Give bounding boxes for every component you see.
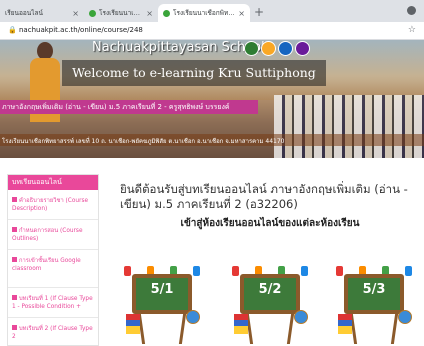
bookmark-star-icon[interactable]: ☆	[408, 25, 416, 35]
sidebar-item-label: คำอธิบายรายวิชา (Course Description)	[12, 198, 89, 212]
easel-leg	[390, 314, 399, 344]
books-icon	[234, 314, 248, 334]
close-tab-icon[interactable]: ×	[238, 9, 245, 18]
easel-leg	[178, 314, 187, 344]
expand-square-icon	[12, 325, 17, 330]
sidebar-item-label: บทเรียนที่ 2 (If Clause Type 2	[12, 326, 93, 340]
school-logos	[244, 41, 310, 56]
easel-leg	[286, 314, 295, 344]
browser-tab-strip: เรียนออนไลน์ × โรงเรียนนาเชือกพิทยาสรรพ์…	[0, 0, 424, 22]
classroom-5-2-link[interactable]: 5/2	[232, 262, 308, 344]
browser-tab-1[interactable]: เรียนออนไลน์ ×	[0, 4, 84, 22]
logo-emblem-icon	[244, 41, 259, 56]
sidebar-item-course-description[interactable]: คำอธิบายรายวิชา (Course Description)	[12, 197, 96, 213]
classroom-5-1-link[interactable]: 5/1	[124, 262, 200, 344]
divider	[8, 219, 98, 220]
logo-emblem-icon	[261, 41, 276, 56]
close-tab-icon[interactable]: ×	[72, 9, 79, 18]
sidebar-item-label: การเข้าชั้นเรียน Google classroom	[12, 258, 81, 272]
books-icon	[338, 314, 352, 334]
globe-icon	[398, 310, 412, 324]
sidebar-item-lesson-1[interactable]: บทเรียนที่ 1 (If Clause Type 1 - Possibl…	[12, 295, 96, 311]
divider	[8, 317, 98, 318]
browser-tab-3-active[interactable]: โรงเรียนนาเชือกพิทยาสรรพ์ - บทเรียน ×	[158, 4, 250, 22]
profile-icon[interactable]	[407, 6, 416, 15]
divider	[8, 249, 98, 250]
course-welcome-heading: ยินดีต้อนรับสู่บทเรียนออนไลน์ ภาษาอังกฤษ…	[120, 182, 408, 211]
welcome-banner-text: Welcome to e-learning Kru Suttiphong	[62, 60, 326, 86]
favicon-icon	[163, 9, 170, 17]
sidebar-heading: บทเรียนออนไลน์	[8, 175, 98, 190]
url-text[interactable]: nachuakpit.ac.th/online/course/248	[19, 26, 143, 34]
expand-square-icon	[12, 295, 17, 300]
classroom-label: 5/2	[258, 282, 282, 297]
school-address: โรงเรียนนาเชือกพิทยาสรรพ์ เลขที่ 10 ถ. น…	[2, 138, 285, 145]
sidebar-item-label: บทเรียนที่ 1 (If Clause Type 1 - Possibl…	[12, 296, 93, 310]
browser-tab-2[interactable]: โรงเรียนนาเชือกพิทยาสรรพ์ ×	[84, 4, 158, 22]
new-tab-icon[interactable]: +	[254, 5, 264, 19]
favicon-icon	[89, 9, 96, 17]
sidebar-item-label: กำหนดการสอน (Course Outlines)	[12, 228, 83, 242]
divider	[8, 287, 98, 288]
pencil-icon	[12, 227, 17, 232]
classroom-subheading: เข้าสู่ห้องเรียนออนไลน์ของแต่ละห้องเรียน	[180, 218, 360, 229]
classroom-label: 5/3	[362, 282, 386, 297]
tab-label: โรงเรียนนาเชือกพิทยาสรรพ์	[99, 9, 143, 17]
pencil-icon	[12, 257, 17, 262]
sidebar-item-course-outlines[interactable]: กำหนดการสอน (Course Outlines)	[12, 227, 96, 243]
address-bar[interactable]: 🔒 nachuakpit.ac.th/online/course/248 ☆	[0, 22, 424, 40]
course-title[interactable]: ภาษาอังกฤษเพิ่มเติม (อ่าน - เขียน) ม.5 ภ…	[2, 102, 230, 113]
sidebar-item-google-classroom[interactable]: การเข้าชั้นเรียน Google classroom	[12, 257, 96, 273]
school-name: Nachuakpittayasan School	[92, 40, 265, 55]
site-banner: Nachuakpittayasan School Welcome to e-le…	[0, 40, 424, 158]
classroom-label: 5/1	[150, 282, 174, 297]
lesson-sidebar: บทเรียนออนไลน์ คำอธิบายรายวิชา (Course D…	[7, 174, 99, 346]
globe-icon	[294, 310, 308, 324]
tab-label: เรียนออนไลน์	[5, 9, 43, 17]
logo-emblem-icon	[295, 41, 310, 56]
books-icon	[126, 314, 140, 334]
close-tab-icon[interactable]: ×	[146, 9, 153, 18]
pencil-icon	[12, 197, 17, 202]
classroom-5-3-link[interactable]: 5/3	[336, 262, 412, 344]
logo-emblem-icon	[278, 41, 293, 56]
lock-icon[interactable]: 🔒	[8, 26, 17, 34]
sidebar-item-lesson-2[interactable]: บทเรียนที่ 2 (If Clause Type 2	[12, 325, 96, 341]
students-photo	[274, 95, 424, 158]
globe-icon	[186, 310, 200, 324]
tab-label: โรงเรียนนาเชือกพิทยาสรรพ์ - บทเรียน	[173, 9, 235, 17]
